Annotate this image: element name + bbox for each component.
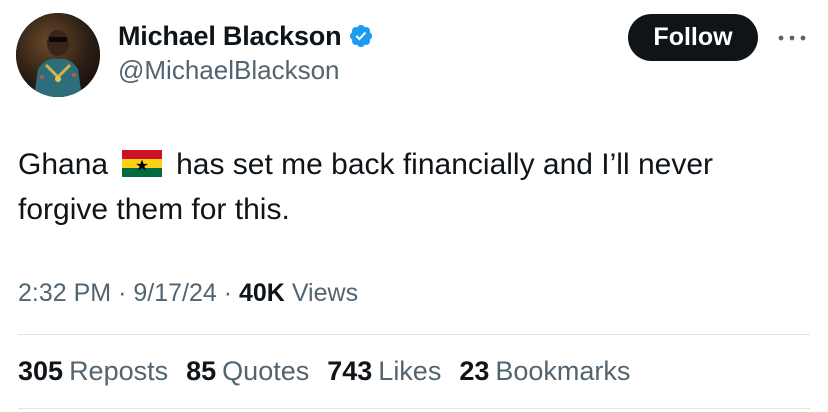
bookmarks-label: Bookmarks — [495, 356, 631, 386]
avatar-image — [16, 13, 100, 97]
meta-separator: · — [118, 279, 127, 307]
tweet-meta: 2:32 PM · 9/17/24 · 40K Views — [18, 279, 358, 308]
author-name-row[interactable]: Michael Blackson — [118, 18, 374, 54]
author-handle[interactable]: @MichaelBlackson — [118, 55, 339, 86]
quotes-stat[interactable]: 85 Quotes — [186, 356, 309, 387]
likes-stat[interactable]: 743 Likes — [327, 356, 441, 387]
quotes-count: 85 — [186, 356, 217, 386]
author-avatar[interactable] — [16, 13, 100, 97]
ghana-flag-icon — [122, 150, 163, 177]
bookmarks-stat[interactable]: 23 Bookmarks — [459, 356, 630, 387]
tweet-text: Ghana has set me back financially and I’… — [18, 142, 808, 232]
views-label: Views — [291, 279, 359, 307]
more-options-button[interactable] — [772, 28, 812, 48]
more-horizontal-icon — [778, 35, 806, 41]
reposts-count: 305 — [18, 356, 64, 386]
author-display-name[interactable]: Michael Blackson — [118, 21, 342, 52]
quotes-label: Quotes — [222, 356, 310, 386]
likes-label: Likes — [378, 356, 442, 386]
verified-badge-icon — [350, 24, 373, 48]
meta-separator: · — [223, 279, 233, 307]
bookmarks-count: 23 — [459, 356, 490, 386]
follow-button[interactable]: Follow — [628, 14, 758, 61]
reposts-label: Reposts — [69, 356, 169, 386]
tweet-time[interactable]: 2:32 PM — [18, 279, 111, 307]
engagement-stats: 305 Reposts 85 Quotes 743 Likes 23 Bookmarks — [18, 356, 648, 387]
reposts-stat[interactable]: 305 Reposts — [18, 356, 168, 387]
tweet-header: Michael Blackson @MichaelBlackson Follow — [0, 0, 828, 110]
views-count: 40K — [239, 279, 285, 307]
likes-count: 743 — [327, 356, 373, 386]
tweet-date[interactable]: 9/17/24 — [133, 279, 216, 307]
divider-top — [18, 334, 810, 335]
divider-bottom — [18, 408, 810, 409]
tweet-text-part-1: Ghana — [18, 148, 109, 181]
